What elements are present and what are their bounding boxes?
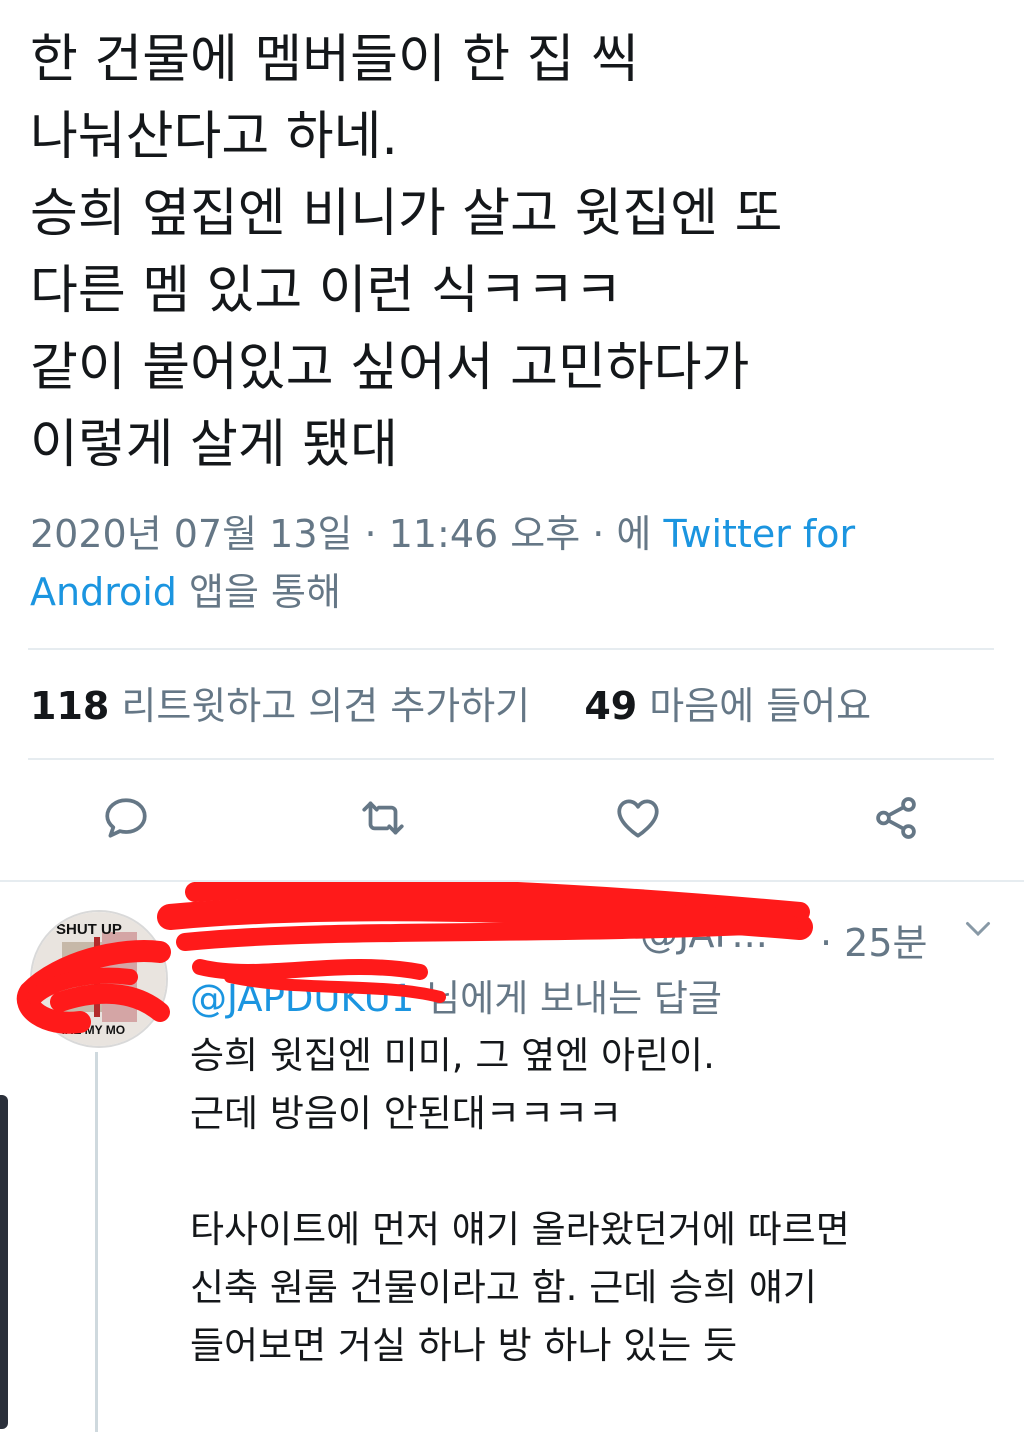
tweet-menu-button[interactable] [960, 910, 1000, 960]
divider [28, 758, 994, 760]
reply-line: 신축 원룸 건물이라고 함. 근데 승희 얘기 [190, 1266, 817, 1309]
client-link[interactable]: Twitter for [663, 512, 855, 556]
retweet-icon [362, 801, 404, 835]
tweet-text: 한 건물에 멤버들이 한 집 씩 나눠산다고 하네. 승희 옆집엔 비니가 살고… [30, 22, 990, 484]
likes-stat[interactable]: 49 마음에 들어요 [584, 684, 871, 728]
reply-button[interactable] [98, 790, 154, 846]
reply-header: @JAP... · 25분 [190, 910, 1010, 966]
reply-time: · 25분 [820, 921, 928, 965]
retweets-stat[interactable]: 118 리트윗하고 의견 추가하기 [30, 684, 530, 728]
reply-to-line: @JAPDUKU1 님에게 보내는 답글 [190, 968, 722, 1022]
avatar[interactable]: SHUT UP AKE MY MO [30, 910, 168, 1048]
reply-text: 승희 윗집엔 미미, 그 옆엔 아린이. 근데 방음이 안된대ㅋㅋㅋㅋ 타사이트… [190, 1027, 1000, 1375]
like-icon [617, 799, 659, 838]
reply-line: 승희 윗집엔 미미, 그 옆엔 아린이. [190, 1034, 715, 1077]
reply-line: 타사이트에 먼저 얘기 올라왔던거에 따르면 [190, 1208, 850, 1251]
reply-tweet[interactable]: SHUT UP AKE MY MO @JAP... · 25분 @JAPDUKU… [0, 880, 1024, 1432]
share-icon [876, 797, 916, 839]
avatar-image: SHUT UP AKE MY MO [32, 912, 166, 1046]
reply-handle[interactable]: @JAP... [640, 912, 768, 956]
tweet-line: 다른 멤 있고 이런 식ㅋㅋㅋ [30, 261, 623, 321]
reply-line: 근데 방음이 안된대ㅋㅋㅋㅋ [190, 1092, 623, 1135]
likes-label: 마음에 들어요 [637, 684, 872, 728]
thread-line [95, 1052, 98, 1432]
tweet-line: 승희 옆집엔 비니가 살고 윗집엔 또 [30, 184, 783, 244]
reply-icon [105, 798, 147, 838]
retweets-count: 118 [30, 684, 110, 728]
reply-line [190, 1143, 1000, 1201]
tweet-metadata: 2020년 07월 13일 · 11:46 오후 · 에 Twitter for… [30, 505, 990, 621]
client-link-continued[interactable]: Android [30, 570, 177, 614]
tweet-line: 같이 붙어있고 싶어서 고민하다가 [30, 338, 750, 398]
avatar-text-bottom: AKE MY MO [56, 1023, 125, 1037]
reply-to-suffix: 님에게 보내는 답글 [414, 977, 722, 1020]
reply-line: 들어보면 거실 하나 방 하나 있는 듯 [190, 1324, 738, 1367]
tweet-timestamp: 2020년 07월 13일 · 11:46 오후 · 에 [30, 512, 664, 556]
tweet-stats: 118 리트윗하고 의견 추가하기 49 마음에 들어요 [30, 678, 871, 734]
tweet-line: 한 건물에 멤버들이 한 집 씩 [30, 30, 639, 90]
retweets-label: 리트윗하고 의견 추가하기 [109, 684, 531, 728]
retweet-button[interactable] [355, 790, 411, 846]
divider [28, 648, 994, 650]
chevron-down-icon [966, 922, 990, 937]
reply-to-handle[interactable]: @JAPDUKU1 [190, 977, 414, 1020]
like-button[interactable] [610, 790, 666, 846]
tweet-line: 나눠산다고 하네. [30, 107, 398, 167]
likes-count: 49 [584, 684, 638, 728]
client-suffix: 앱을 통해 [176, 570, 341, 614]
action-bar [0, 790, 1024, 852]
tweet-line: 이렇게 살게 됐대 [30, 415, 398, 475]
share-button[interactable] [868, 790, 924, 846]
avatar-text-top: SHUT UP [56, 921, 122, 938]
